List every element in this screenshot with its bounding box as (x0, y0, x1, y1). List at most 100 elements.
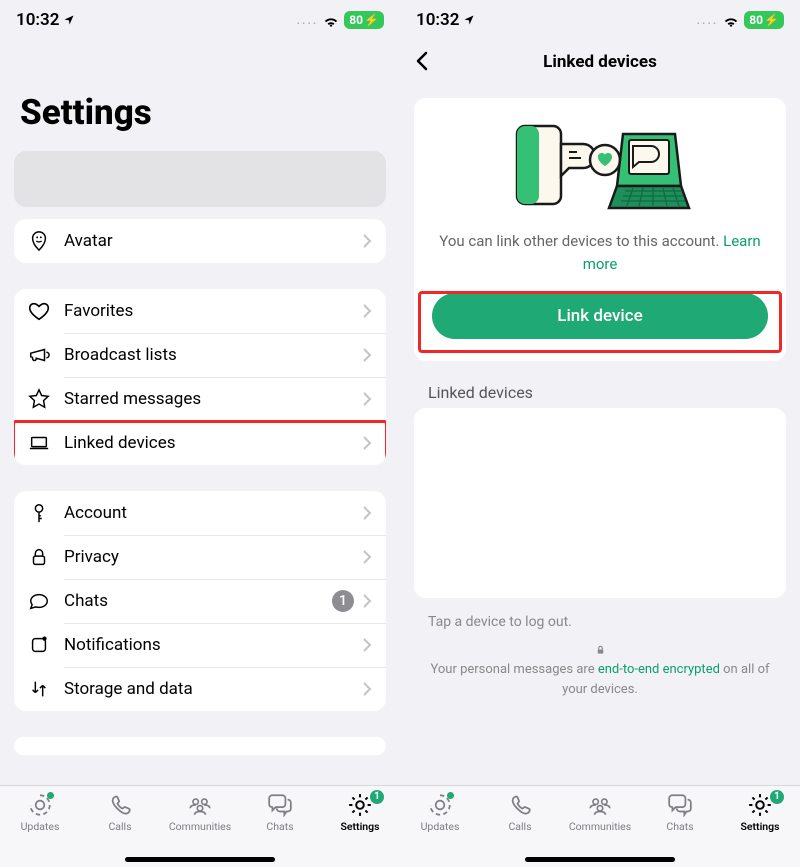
tap-to-logout-hint: Tap a device to log out. (400, 598, 800, 644)
chevron-right-icon (362, 637, 372, 653)
tab-label: Communities (569, 820, 631, 833)
row-privacy[interactable]: Privacy (14, 535, 386, 579)
chevron-right-icon (362, 435, 372, 451)
tab-chats[interactable]: Chats (644, 792, 716, 867)
link-info-text: You can link other devices to this accou… (432, 230, 768, 275)
lock-icon (28, 546, 50, 568)
signal-dots: .... (697, 13, 719, 27)
chevron-right-icon (362, 681, 372, 697)
linked-devices-list[interactable] (414, 408, 786, 598)
wifi-icon (722, 13, 740, 27)
laptop-icon (28, 432, 50, 454)
link-device-button[interactable]: Link device (432, 293, 768, 339)
row-broadcast[interactable]: Broadcast lists (14, 333, 386, 377)
row-storage[interactable]: Storage and data (14, 667, 386, 711)
tab-calls[interactable]: Calls (484, 792, 556, 867)
home-indicator[interactable] (525, 857, 675, 862)
tab-calls[interactable]: Calls (84, 792, 156, 867)
row-starred[interactable]: Starred messages (14, 377, 386, 421)
heart-icon (28, 300, 50, 322)
tab-label: Updates (21, 820, 60, 833)
nav-header: Linked devices (400, 40, 800, 84)
chats-icon (266, 792, 294, 818)
row-favorites[interactable]: Favorites (14, 289, 386, 333)
section-account: Account Privacy Chats 1 Notifications St… (14, 491, 386, 711)
location-icon (63, 14, 75, 26)
tab-label: Settings (740, 820, 779, 833)
row-label: Avatar (64, 231, 362, 251)
row-label: Starred messages (64, 389, 362, 409)
avatar-icon (28, 230, 50, 252)
status-time: 10:32 (416, 10, 459, 30)
lock-icon (595, 644, 606, 656)
status-time: 10:32 (16, 10, 59, 30)
chat-icon (28, 590, 50, 612)
tab-bar: Updates Calls Communities Chats 1 Settin… (400, 785, 800, 867)
tab-updates[interactable]: Updates (4, 792, 76, 867)
tab-label: Chats (266, 820, 293, 833)
calls-icon (106, 792, 134, 818)
screen-settings: 10:32 .... 80⚡ Settings Avatar Favorites… (0, 0, 400, 867)
status-bar: 10:32 .... 80⚡ (0, 0, 400, 40)
page-title: Linked devices (543, 52, 657, 72)
chevron-right-icon (362, 593, 372, 609)
settings-badge: 1 (770, 790, 784, 804)
row-notifications[interactable]: Notifications (14, 623, 386, 667)
row-label: Privacy (64, 547, 362, 567)
home-indicator[interactable] (125, 857, 275, 862)
tab-label: Calls (108, 820, 131, 833)
tab-label: Settings (340, 820, 379, 833)
section-avatar: Avatar (14, 219, 386, 263)
screen-linked-devices: 10:32 .... 80⚡ Linked devices (400, 0, 800, 867)
tab-settings[interactable]: 1 Settings (324, 792, 396, 867)
calls-icon (506, 792, 534, 818)
chevron-right-icon (362, 233, 372, 249)
tab-label: Chats (666, 820, 693, 833)
communities-icon (586, 792, 614, 818)
tab-settings[interactable]: 1 Settings (724, 792, 796, 867)
section-lists: Favorites Broadcast lists Starred messag… (14, 289, 386, 465)
row-label: Notifications (64, 635, 362, 655)
tab-bar: Updates Calls Communities Chats 1 Settin… (0, 785, 400, 867)
row-linked-devices[interactable]: Linked devices (14, 421, 386, 465)
page-title: Settings (0, 40, 400, 151)
row-avatar[interactable]: Avatar (14, 219, 386, 263)
devices-illustration (505, 116, 695, 216)
tab-communities[interactable]: Communities (564, 792, 636, 867)
communities-icon (186, 792, 214, 818)
tab-label: Communities (169, 820, 231, 833)
tab-communities[interactable]: Communities (164, 792, 236, 867)
signal-dots: .... (297, 13, 319, 27)
link-device-card: You can link other devices to this accou… (414, 98, 786, 361)
battery-badge: 80⚡ (344, 11, 384, 29)
star-icon (28, 388, 50, 410)
section-cut (14, 737, 386, 755)
profile-card[interactable] (14, 151, 386, 207)
chats-badge: 1 (332, 590, 354, 612)
chevron-right-icon (362, 303, 372, 319)
tab-chats[interactable]: Chats (244, 792, 316, 867)
notification-icon (28, 634, 50, 656)
battery-badge: 80⚡ (744, 11, 784, 29)
chevron-right-icon (362, 347, 372, 363)
updates-dot (47, 792, 54, 799)
chevron-right-icon (362, 549, 372, 565)
row-label: Linked devices (64, 433, 362, 453)
back-button[interactable] (414, 48, 430, 76)
tab-updates[interactable]: Updates (404, 792, 476, 867)
row-label: Storage and data (64, 679, 362, 699)
location-icon (463, 14, 475, 26)
row-label: Favorites (64, 301, 362, 321)
encryption-note: Your personal messages are end-to-end en… (400, 644, 800, 699)
row-label: Broadcast lists (64, 345, 362, 365)
chats-icon (666, 792, 694, 818)
storage-icon (28, 678, 50, 700)
wifi-icon (322, 13, 340, 27)
row-account[interactable]: Account (14, 491, 386, 535)
megaphone-icon (28, 344, 50, 366)
row-chats[interactable]: Chats 1 (14, 579, 386, 623)
e2e-link[interactable]: end-to-end encrypted (598, 662, 720, 677)
updates-dot (447, 792, 454, 799)
key-icon (28, 502, 50, 524)
status-bar: 10:32 .... 80⚡ (400, 0, 800, 40)
